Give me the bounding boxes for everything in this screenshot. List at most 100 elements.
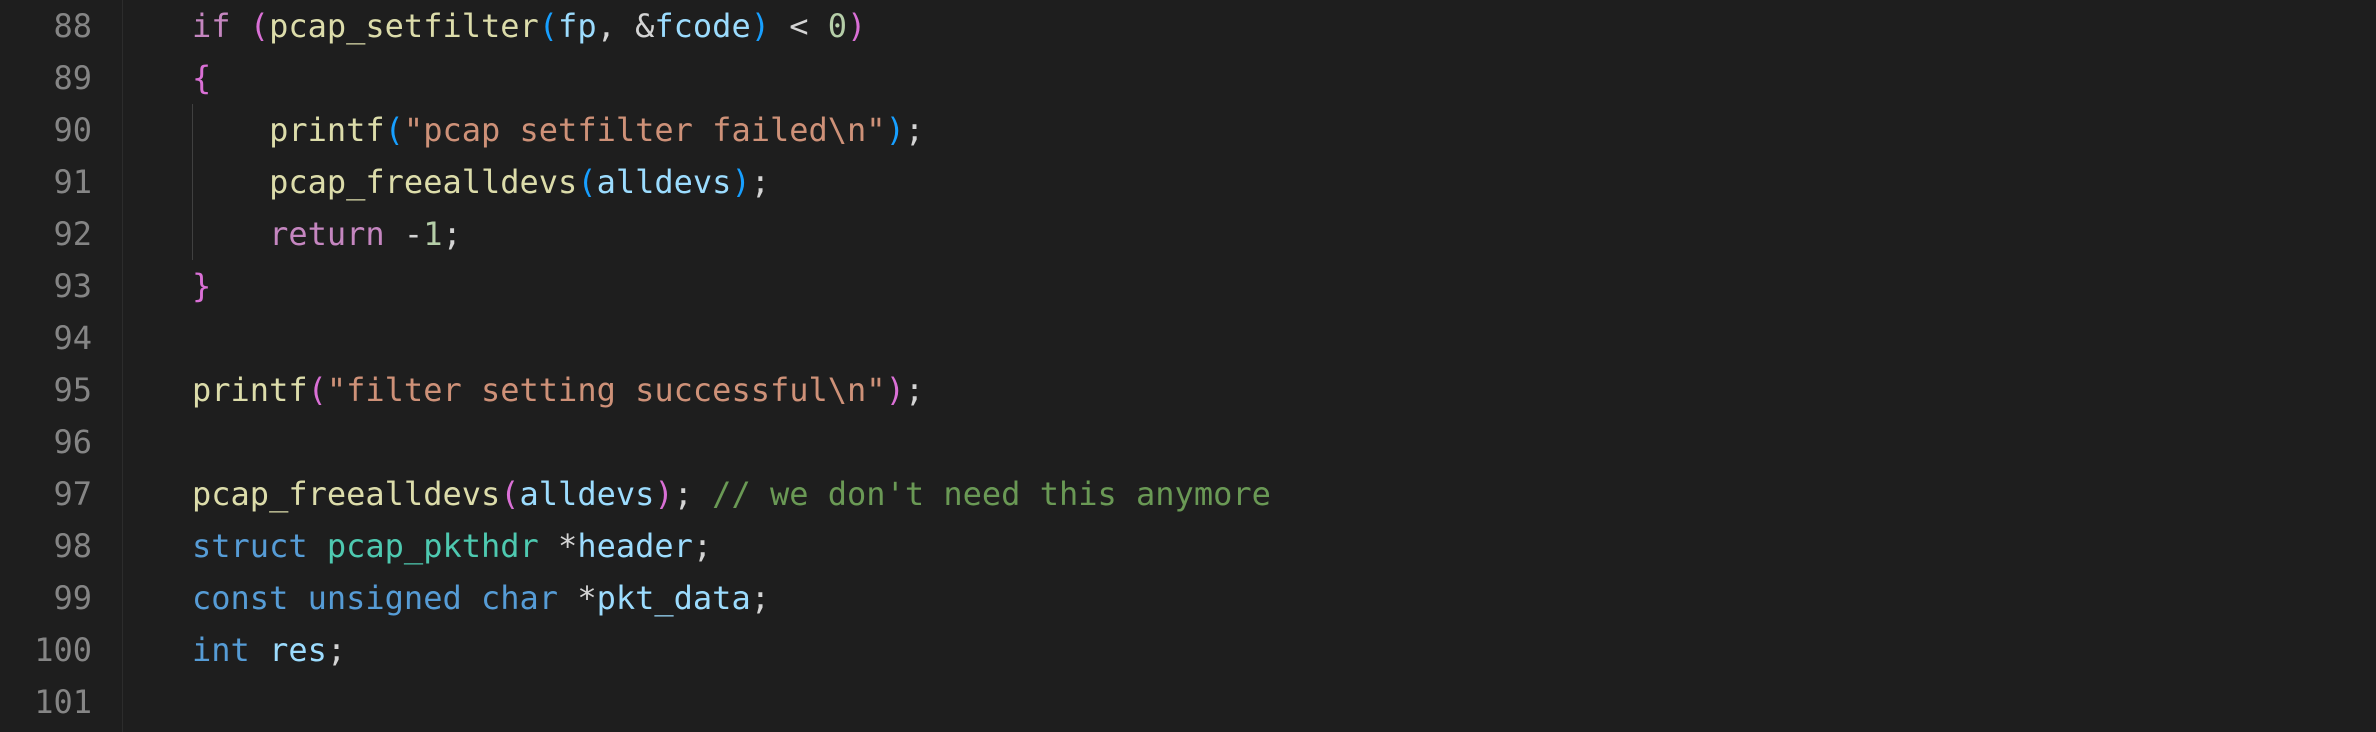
code-line[interactable]: 96: [0, 416, 2376, 468]
line-number: 99: [53, 579, 92, 617]
code-token: alldevs: [519, 475, 655, 513]
code-token: ;: [904, 371, 925, 409]
line-number: 88: [53, 7, 92, 45]
code-line[interactable]: 92 return -1;: [0, 208, 2376, 260]
code-token: 1: [423, 215, 443, 253]
code-text[interactable]: }: [192, 260, 211, 312]
line-number: 89: [53, 59, 92, 97]
line-number: 90: [53, 111, 92, 149]
code-token: *: [558, 579, 597, 617]
code-token: int: [192, 631, 250, 669]
code-token: const: [192, 579, 289, 617]
code-token: res: [269, 631, 327, 669]
code-text[interactable]: struct pcap_pkthdr *header;: [192, 520, 712, 572]
code-token: ;: [904, 111, 925, 149]
code-token: printf: [192, 371, 308, 409]
code-text[interactable]: {: [192, 52, 211, 104]
line-number: 100: [34, 631, 92, 669]
code-token: ): [847, 7, 867, 45]
code-line[interactable]: 90 printf("pcap setfilter failed\n");: [0, 104, 2376, 156]
code-line[interactable]: 88 if (pcap_setfilter(fp, &fcode) < 0): [0, 0, 2376, 52]
code-text[interactable]: int res;: [192, 624, 346, 676]
code-text[interactable]: return -1;: [192, 208, 462, 260]
code-token: , &: [596, 7, 655, 45]
code-token: pcap_freealldevs: [269, 163, 578, 201]
code-line[interactable]: 93}: [0, 260, 2376, 312]
code-token: pcap_freealldevs: [192, 475, 501, 513]
code-text[interactable]: printf("pcap setfilter failed\n");: [192, 104, 924, 156]
code-line[interactable]: 97 pcap_freealldevs(alldevs); // we don't…: [0, 468, 2376, 520]
code-line[interactable]: 94: [0, 312, 2376, 364]
code-text[interactable]: pcap_freealldevs(alldevs); // we don't n…: [192, 468, 1271, 520]
code-token: ;: [692, 527, 713, 565]
line-number: 101: [34, 683, 92, 721]
line-number: 97: [53, 475, 92, 513]
line-number: 94: [53, 319, 92, 357]
code-token: pcap_pkthdr: [326, 527, 539, 565]
code-token: (: [577, 163, 597, 201]
code-token: <: [769, 7, 828, 45]
code-token: ;: [326, 631, 347, 669]
code-token: pkt_data: [596, 579, 751, 617]
line-number: 96: [53, 423, 92, 461]
code-token: ): [885, 371, 905, 409]
code-token: ): [750, 7, 770, 45]
code-token: ;: [673, 475, 713, 513]
code-token: "pcap setfilter failed\n": [403, 111, 886, 149]
code-line[interactable]: 100 int res;: [0, 624, 2376, 676]
code-text[interactable]: if (pcap_setfilter(fp, &fcode) < 0): [192, 0, 866, 52]
line-number: 95: [53, 371, 92, 409]
line-number: 98: [53, 527, 92, 565]
code-token: return: [269, 215, 385, 253]
code-token: ): [654, 475, 674, 513]
line-number: 92: [53, 215, 92, 253]
code-token: char: [480, 579, 559, 617]
code-line[interactable]: 101: [0, 676, 2376, 728]
code-line[interactable]: 98 struct pcap_pkthdr *header;: [0, 520, 2376, 572]
code-token: -: [384, 215, 424, 253]
code-token: pcap_setfilter: [269, 7, 539, 45]
code-token: ;: [750, 579, 770, 617]
code-token: unsigned: [307, 579, 462, 617]
code-token: (: [249, 7, 270, 45]
code-token: {: [192, 59, 212, 97]
code-token: fp: [558, 7, 597, 45]
code-token: ;: [750, 163, 770, 201]
code-token: ;: [442, 215, 462, 253]
code-token: (: [307, 371, 327, 409]
code-text[interactable]: const unsigned char *pkt_data;: [192, 572, 770, 624]
line-number: 91: [53, 163, 92, 201]
code-line[interactable]: 95 printf("filter setting successful\n");: [0, 364, 2376, 416]
code-token: }: [192, 267, 212, 305]
code-token: // we don't need this anymore: [712, 475, 1271, 513]
code-text[interactable]: printf("filter setting successful\n");: [192, 364, 924, 416]
code-token: "filter setting successful\n": [326, 371, 886, 409]
code-token: 0: [827, 7, 848, 45]
code-token: struct: [192, 527, 308, 565]
code-token: alldevs: [596, 163, 732, 201]
code-token: ): [731, 163, 751, 201]
line-number: 93: [53, 267, 92, 305]
code-token: (: [538, 7, 559, 45]
code-token: fcode: [654, 7, 751, 45]
code-line[interactable]: 99 const unsigned char *pkt_data;: [0, 572, 2376, 624]
code-token: if: [192, 7, 231, 45]
code-token: *: [538, 527, 578, 565]
code-text[interactable]: pcap_freealldevs(alldevs);: [192, 156, 770, 208]
code-token: (: [384, 111, 404, 149]
code-token: printf: [269, 111, 385, 149]
code-token: ): [885, 111, 905, 149]
code-line[interactable]: 89 {: [0, 52, 2376, 104]
code-token: (: [500, 475, 520, 513]
code-token: header: [577, 527, 693, 565]
code-editor[interactable]: 88 if (pcap_setfilter(fp, &fcode) < 0) 89{…: [0, 0, 2376, 732]
code-line[interactable]: 91 pcap_freealldevs(alldevs);: [0, 156, 2376, 208]
